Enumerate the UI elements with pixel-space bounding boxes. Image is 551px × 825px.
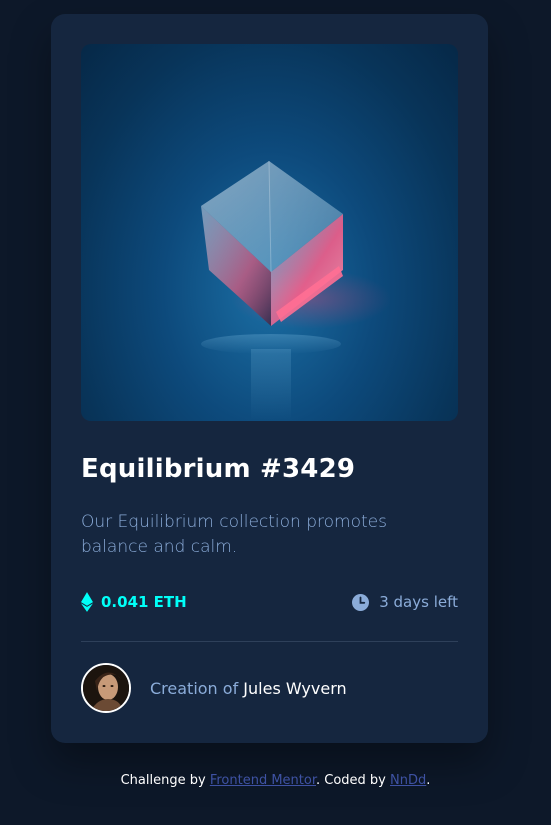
avatar bbox=[81, 663, 131, 713]
attribution-suffix: . bbox=[426, 773, 431, 788]
attribution: Challenge by Frontend Mentor. Coded by N… bbox=[0, 773, 551, 788]
author-link[interactable]: NnDd bbox=[390, 773, 426, 788]
card-divider bbox=[81, 641, 458, 642]
attribution-middle: . Coded by bbox=[316, 773, 386, 788]
attribution-prefix: Challenge by bbox=[120, 773, 206, 788]
price-info: 0.041 ETH bbox=[81, 590, 187, 614]
time-info: 3 days left bbox=[352, 590, 458, 614]
clock-icon bbox=[352, 593, 370, 611]
frontend-mentor-link[interactable]: Frontend Mentor bbox=[210, 773, 316, 788]
card-description: Our Equilibrium collection promotes bala… bbox=[81, 512, 387, 557]
creator-name-link[interactable]: Jules Wyvern bbox=[243, 679, 346, 698]
time-left: 3 days left bbox=[379, 593, 458, 611]
price-value: 0.041 ETH bbox=[101, 593, 187, 611]
creator-info: Creation of Jules Wyvern bbox=[81, 663, 347, 713]
creator-text: Creation of Jules Wyvern bbox=[150, 679, 347, 698]
equilibrium-image[interactable] bbox=[81, 44, 458, 421]
ethereum-icon bbox=[81, 592, 93, 612]
nft-card: Equilibrium #3429 Our Equilibrium collec… bbox=[51, 14, 488, 743]
avatar-portrait bbox=[83, 665, 129, 711]
creator-prefix: Creation of bbox=[150, 678, 239, 698]
card-title[interactable]: Equilibrium #3429 bbox=[81, 454, 355, 484]
cube-illustration bbox=[201, 160, 391, 421]
